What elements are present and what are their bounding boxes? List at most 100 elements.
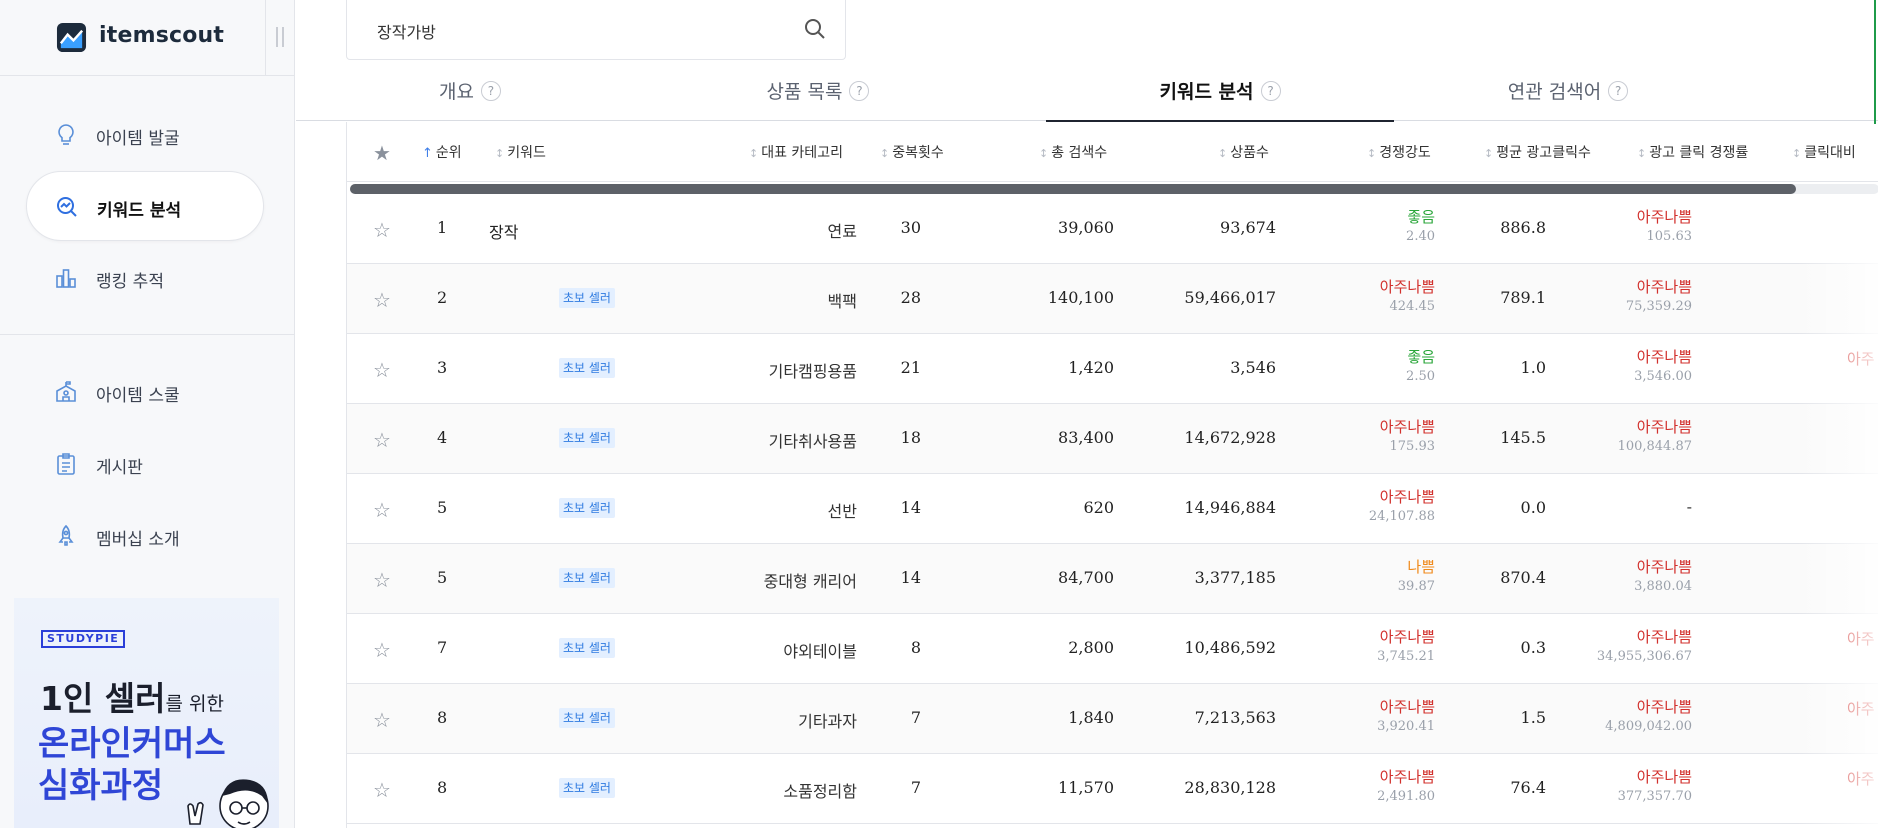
cell-dup-count: 8 — [910, 638, 921, 657]
help-icon[interactable]: ? — [1608, 80, 1629, 101]
cell-keyword[interactable]: 장작 — [489, 219, 518, 243]
promo-badge: STUDYPIE — [41, 630, 126, 648]
tab-keyword-analysis[interactable]: 키워드 분석? — [1046, 60, 1394, 122]
scrollbar-thumb[interactable] — [350, 184, 1796, 194]
beginner-seller-badge[interactable]: 초보 셀러 — [559, 358, 615, 378]
table-row[interactable]: ☆ 3 초보 셀러 기타캠핑용품 21 1,420 3,546 좋음 2.50 1.0 아주나쁨 3,… — [347, 334, 1878, 404]
sort-icon: ↕ — [1039, 147, 1049, 160]
ad-competition-level: 아주나쁨 — [1636, 628, 1692, 646]
result-tabs: 개요? 상품 목록? 키워드 분석? 연관 검색어? — [296, 60, 1878, 122]
competition-value: 2.50 — [1406, 369, 1435, 384]
column-header-avg-ad-clicks[interactable]: ↕ 평균 광고클릭수 — [1484, 142, 1591, 162]
competition-level: 좋음 — [1407, 208, 1435, 226]
sidebar-item-item-discovery[interactable]: 아이템 발굴 — [26, 100, 264, 170]
favorite-star-icon[interactable]: ☆ — [373, 288, 391, 312]
beginner-seller-badge[interactable]: 초보 셀러 — [559, 288, 615, 308]
cell-rank: 2 — [437, 288, 448, 307]
column-header-total-search[interactable]: ↕ 총 검색수 — [1039, 142, 1107, 162]
search-icon[interactable] — [803, 17, 827, 41]
tab-product-list[interactable]: 상품 목록? — [644, 60, 992, 121]
favorite-star-icon[interactable]: ☆ — [373, 778, 391, 802]
table-row[interactable]: ☆ 1 장작 연료 30 39,060 93,674 좋음 2.40 886.8 아주나쁨 105.6… — [347, 194, 1878, 264]
sidebar-item-item-school[interactable]: 아이템 스쿨 — [26, 357, 264, 427]
table-row[interactable]: ☆ 8 초보 셀러 기타과자 7 1,840 7,213,563 아주나쁨 3,920.41 1.… — [347, 684, 1878, 754]
column-header-label: 클릭대비 — [1804, 145, 1856, 161]
help-icon[interactable]: ? — [480, 80, 501, 101]
sidebar-item-ranking-tracking[interactable]: 랭킹 추적 — [26, 243, 264, 313]
table-row[interactable]: ☆ 7 초보 셀러 야외테이블 8 2,800 10,486,592 아주나쁨 3,745.21… — [347, 614, 1878, 684]
competition-level: 아주나쁨 — [1379, 628, 1435, 646]
search-input[interactable]: 장작가방 — [377, 19, 436, 43]
promo-banner[interactable]: STUDYPIE 1인 셀러를 위한 온라인커머스 심화과정 — [14, 598, 279, 828]
cell-category: 백팩 — [827, 292, 857, 311]
beginner-seller-badge[interactable]: 초보 셀러 — [559, 778, 615, 798]
column-header-keyword[interactable]: ↕ 키워드 — [495, 142, 546, 162]
column-header-label: 경쟁강도 — [1379, 145, 1431, 161]
cell-category: 소품정리함 — [783, 782, 857, 801]
header-star-icon[interactable]: ★ — [373, 141, 391, 165]
competition-value: 175.93 — [1389, 439, 1436, 454]
cell-total-search: 39,060 — [1058, 218, 1114, 237]
column-header-product-count[interactable]: ↕ 상품수 — [1218, 142, 1269, 162]
cell-ad-click-competition: 아주나쁨 4,809,042.00 — [1532, 696, 1692, 734]
competition-level: 아주나쁨 — [1379, 768, 1435, 786]
sort-icon: ↕ — [1792, 147, 1802, 160]
sidebar-item-label: 랭킹 추적 — [96, 272, 164, 292]
horizontal-scrollbar[interactable] — [350, 184, 1878, 194]
column-header-dup-count[interactable]: ↕ 중복횟수 — [880, 142, 944, 162]
table-row[interactable]: ☆ 5 초보 셀러 선반 14 620 14,946,884 아주나쁨 24,107.88 0.0… — [347, 474, 1878, 544]
sidebar-collapse-handle[interactable] — [276, 27, 284, 47]
table-row[interactable]: ☆ 2 초보 셀러 백팩 28 140,100 59,466,017 아주나쁨 424.45 78… — [347, 264, 1878, 334]
tab-related-searches[interactable]: 연관 검색어? — [1394, 60, 1742, 121]
cell-category: 중대형 캐리어 — [763, 572, 857, 591]
beginner-seller-badge[interactable]: 초보 셀러 — [559, 428, 615, 448]
beginner-seller-badge[interactable]: 초보 셀러 — [559, 498, 615, 518]
favorite-star-icon[interactable]: ☆ — [373, 498, 391, 522]
cell-ad-click-competition: 아주나쁨 377,357.70 — [1532, 766, 1692, 804]
keyword-search-box[interactable]: 장작가방 — [346, 0, 846, 60]
brand-name[interactable]: itemscout — [99, 23, 224, 48]
beginner-seller-badge[interactable]: 초보 셀러 — [559, 708, 615, 728]
favorite-star-icon[interactable]: ☆ — [373, 218, 391, 242]
cell-product-count: 28,830,128 — [1184, 778, 1276, 797]
favorite-star-icon[interactable]: ☆ — [373, 358, 391, 382]
favorite-star-icon[interactable]: ☆ — [373, 708, 391, 732]
competition-level: 아주나쁨 — [1379, 418, 1435, 436]
favorite-star-icon[interactable]: ☆ — [373, 428, 391, 452]
sidebar-item-label: 아이템 발굴 — [96, 129, 180, 149]
column-header-label: 순위 — [435, 145, 462, 161]
cell-click-ratio: 아주 — [1847, 770, 1875, 788]
beginner-seller-badge[interactable]: 초보 셀러 — [559, 568, 615, 588]
ad-competition-value: 4,809,042.00 — [1605, 719, 1692, 734]
ad-competition-level: 아주나쁨 — [1636, 768, 1692, 786]
favorite-star-icon[interactable]: ☆ — [373, 638, 391, 662]
beginner-seller-badge[interactable]: 초보 셀러 — [559, 638, 615, 658]
cell-product-count: 59,466,017 — [1184, 288, 1276, 307]
table-row[interactable]: ☆ 5 초보 셀러 중대형 캐리어 14 84,700 3,377,185 나쁨 39.87 87… — [347, 544, 1878, 614]
column-header-click-ratio[interactable]: ↕ 클릭대비 — [1792, 142, 1856, 162]
column-header-rank[interactable]: ↑ 순위 — [422, 142, 462, 162]
table-row[interactable]: ☆ 8 초보 셀러 소품정리함 7 11,570 28,830,128 아주나쁨 2,491.8… — [347, 754, 1878, 824]
competition-level: 나쁨 — [1407, 558, 1435, 576]
tab-overview[interactable]: 개요? — [296, 60, 644, 121]
table-row[interactable]: ☆ 4 초보 셀러 기타취사용품 18 83,400 14,672,928 아주나쁨 175.9… — [347, 404, 1878, 474]
favorite-star-icon[interactable]: ☆ — [373, 568, 391, 592]
column-header-category[interactable]: ↕ 대표 카테고리 — [749, 142, 843, 162]
cell-dup-count: 30 — [900, 218, 921, 237]
keyword-analysis-table: ★ ↑ 순위 ↕ 키워드 ↕ 대표 카테고리 ↕ 중복횟수 ↕ 총 검색수 ↕ 상품수 ↕ 경… — [346, 122, 1878, 828]
sidebar-item-board[interactable]: 게시판 — [26, 429, 264, 499]
promo-character-illustration — [187, 779, 269, 828]
help-icon[interactable]: ? — [1260, 80, 1281, 101]
promo-headline-strong: 1인 셀러 — [40, 679, 166, 718]
column-header-ad-click-competition[interactable]: ↕ 광고 클릭 경쟁률 — [1637, 142, 1748, 162]
column-header-competition[interactable]: ↕ 경쟁강도 — [1367, 142, 1431, 162]
help-icon[interactable]: ? — [849, 80, 870, 101]
sidebar-item-keyword-analysis[interactable]: 키워드 분석 — [26, 171, 264, 241]
rocket-icon — [58, 524, 74, 546]
cell-total-search: 2,800 — [1068, 638, 1114, 657]
keyword-analysis-icon — [57, 197, 77, 217]
cell-competition: 좋음 2.50 — [1315, 346, 1435, 384]
column-header-label: 광고 클릭 경쟁률 — [1649, 145, 1749, 161]
itemscout-logo-icon[interactable] — [56, 22, 87, 53]
sidebar-item-membership[interactable]: 멤버십 소개 — [26, 501, 264, 571]
